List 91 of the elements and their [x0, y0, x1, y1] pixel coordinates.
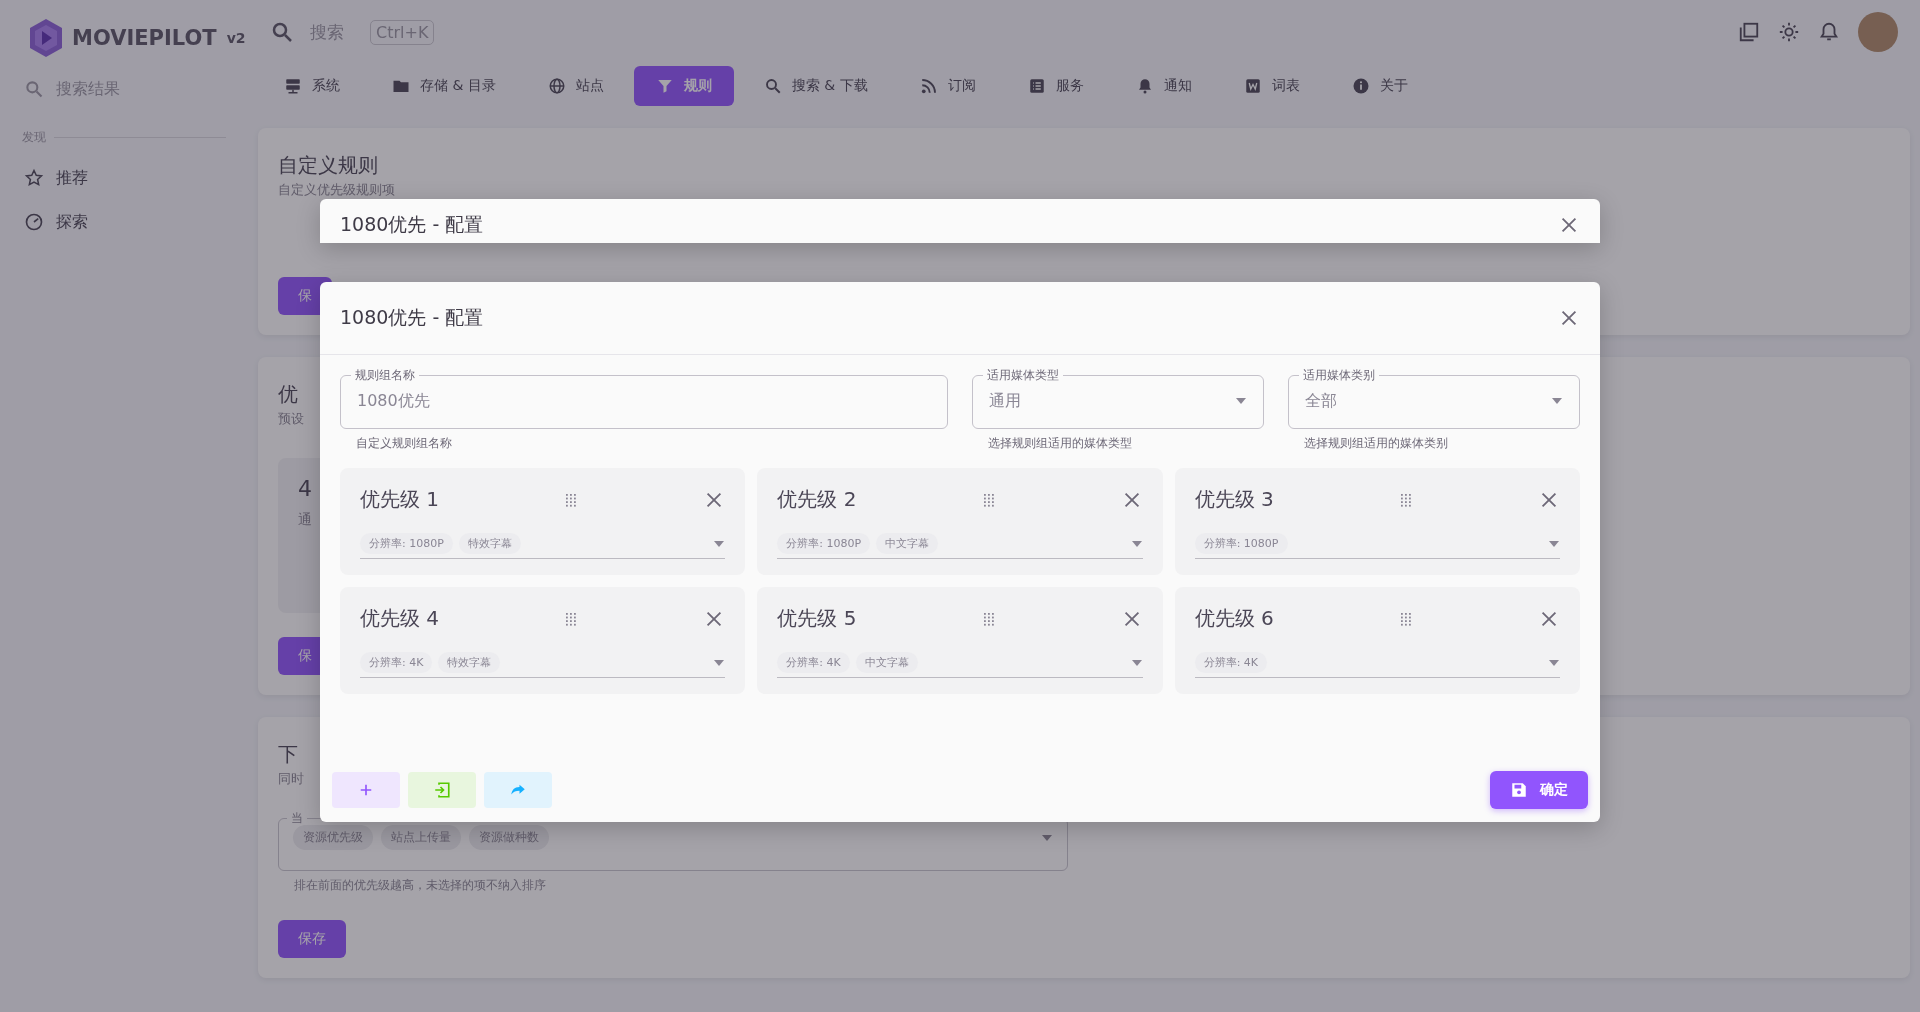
- globe-icon: [547, 77, 566, 95]
- dropdown-caret-icon: [713, 658, 726, 667]
- gauge-icon: [24, 212, 44, 232]
- sidebar-item[interactable]: 探索: [0, 200, 250, 244]
- card-title: 优: [278, 381, 298, 408]
- nav-tab[interactable]: 服务: [1005, 66, 1106, 106]
- rule-select-field[interactable]: 分辨率: 1080P 中文字幕: [777, 533, 1143, 559]
- card-subtitle: 自定义优先级规则项: [278, 181, 395, 199]
- card-title: 自定义规则: [278, 152, 378, 179]
- priority-title: 优先级 2: [777, 486, 857, 513]
- sidebar-item[interactable]: 推荐: [0, 156, 250, 200]
- server-icon: [284, 77, 302, 95]
- nav-tab[interactable]: 关于: [1329, 66, 1430, 106]
- field-hint: 排在前面的优先级越高，未选择的项不纳入排序: [294, 877, 547, 894]
- field-label: 当: [290, 811, 304, 825]
- rule-chip: 分辨率: 1080P: [777, 533, 871, 554]
- drag-handle-icon[interactable]: [565, 611, 578, 626]
- rule-select-field[interactable]: 分辨率: 1080P 特效字幕: [360, 533, 726, 559]
- card-subtitle: 同时: [278, 770, 304, 788]
- card-title: 下: [278, 741, 298, 768]
- dropdown-caret-icon: [1548, 658, 1560, 667]
- rule-select-field[interactable]: 分辨率: 1080P: [1194, 533, 1560, 559]
- dialog-title: 1080优先 - 配置: [340, 212, 484, 237]
- drag-handle-icon[interactable]: [1399, 492, 1412, 507]
- text-field[interactable]: 规则组名称 1080优先: [340, 368, 948, 429]
- letter-w-icon: [1243, 77, 1262, 95]
- tile-value: 4: [298, 476, 312, 501]
- nav-tab[interactable]: 存储 & 目录: [370, 66, 518, 106]
- drag-handle-icon[interactable]: [565, 492, 578, 507]
- rule-select-field[interactable]: 分辨率: 4K: [1194, 652, 1560, 678]
- version-label: v2: [226, 30, 246, 46]
- search-icon: [24, 78, 44, 99]
- field-hint: 选择规则组适用的媒体类型: [988, 435, 1133, 452]
- select-field[interactable]: 适用媒体类别 全部: [1288, 368, 1580, 429]
- rule-chip: 分辨率: 1080P: [360, 533, 453, 554]
- dropdown-caret-icon: [1548, 539, 1560, 548]
- tile-text: 通: [298, 511, 312, 529]
- priority-title: 优先级 3: [1194, 486, 1274, 513]
- bell-icon[interactable]: [1818, 21, 1840, 43]
- field-label: 规则组名称: [354, 368, 416, 382]
- dropdown-caret-icon: [1130, 658, 1143, 667]
- rule-chip: 分辨率: 1080P: [1194, 533, 1288, 554]
- field-label: 适用媒体类型: [986, 368, 1060, 382]
- rule-chip: 中文字幕: [876, 533, 939, 554]
- field-hint: 选择规则组适用的媒体类别: [1304, 435, 1449, 452]
- rule-chip: 分辨率: 4K: [777, 652, 850, 673]
- nav-tab[interactable]: 系统: [262, 66, 362, 106]
- logo-icon: [28, 18, 64, 58]
- rule-chip: 分辨率: 4K: [360, 652, 433, 673]
- field-label: 适用媒体类别: [1302, 368, 1376, 382]
- nav-tab[interactable]: 搜索 & 下载: [741, 66, 890, 106]
- priority-title: 优先级 6: [1194, 605, 1274, 632]
- priority-title: 优先级 1: [360, 486, 440, 513]
- dialog-title: 1080优先 - 配置: [340, 305, 484, 330]
- priority-title: 优先级 4: [360, 605, 440, 632]
- rss-icon: [919, 77, 938, 95]
- info-icon: [1351, 77, 1370, 95]
- star-icon: [24, 168, 44, 188]
- nav-tab[interactable]: 规则: [633, 66, 734, 106]
- dropdown-caret-icon: [1130, 539, 1143, 548]
- nav-tab[interactable]: 站点: [525, 66, 626, 106]
- nav-tab[interactable]: 通知: [1113, 66, 1214, 106]
- windows-icon[interactable]: [1738, 21, 1760, 43]
- card-subtitle: 预设: [278, 410, 304, 428]
- rule-chip: 特效字幕: [458, 533, 521, 554]
- nav-tab[interactable]: 词表: [1221, 66, 1322, 106]
- rule-chip: 分辨率: 4K: [1194, 652, 1268, 673]
- brightness-icon[interactable]: [1778, 21, 1800, 43]
- dropdown-caret-icon: [1551, 397, 1563, 405]
- priority-title: 优先级 5: [777, 605, 857, 632]
- import-icon: [433, 781, 451, 799]
- rule-select-field[interactable]: 分辨率: 4K 特效字幕: [360, 652, 726, 678]
- drag-handle-icon[interactable]: [1399, 611, 1412, 626]
- app-name: MOVIEPILOT: [72, 26, 217, 50]
- drag-handle-icon[interactable]: [982, 611, 995, 626]
- save-icon: [1510, 781, 1528, 799]
- save-button[interactable]: 保存: [278, 920, 346, 958]
- search-icon: [763, 77, 782, 95]
- dropdown-caret-icon: [1041, 833, 1053, 842]
- rule-chip: 中文字幕: [855, 652, 918, 673]
- field-hint: 自定义规则组名称: [356, 435, 453, 452]
- dropdown-caret-icon: [1235, 397, 1247, 405]
- rule-chip: 特效字幕: [438, 652, 501, 673]
- list-icon: [1027, 77, 1046, 95]
- select-field[interactable]: 适用媒体类型 通用: [972, 368, 1264, 429]
- rule-select-field[interactable]: 分辨率: 4K 中文字幕: [777, 652, 1143, 678]
- search-icon: [270, 20, 294, 44]
- dropdown-caret-icon: [713, 539, 726, 548]
- drag-handle-icon[interactable]: [982, 492, 995, 507]
- nav-tab[interactable]: 订阅: [897, 66, 998, 106]
- confirm-button[interactable]: 确定: [1490, 771, 1588, 809]
